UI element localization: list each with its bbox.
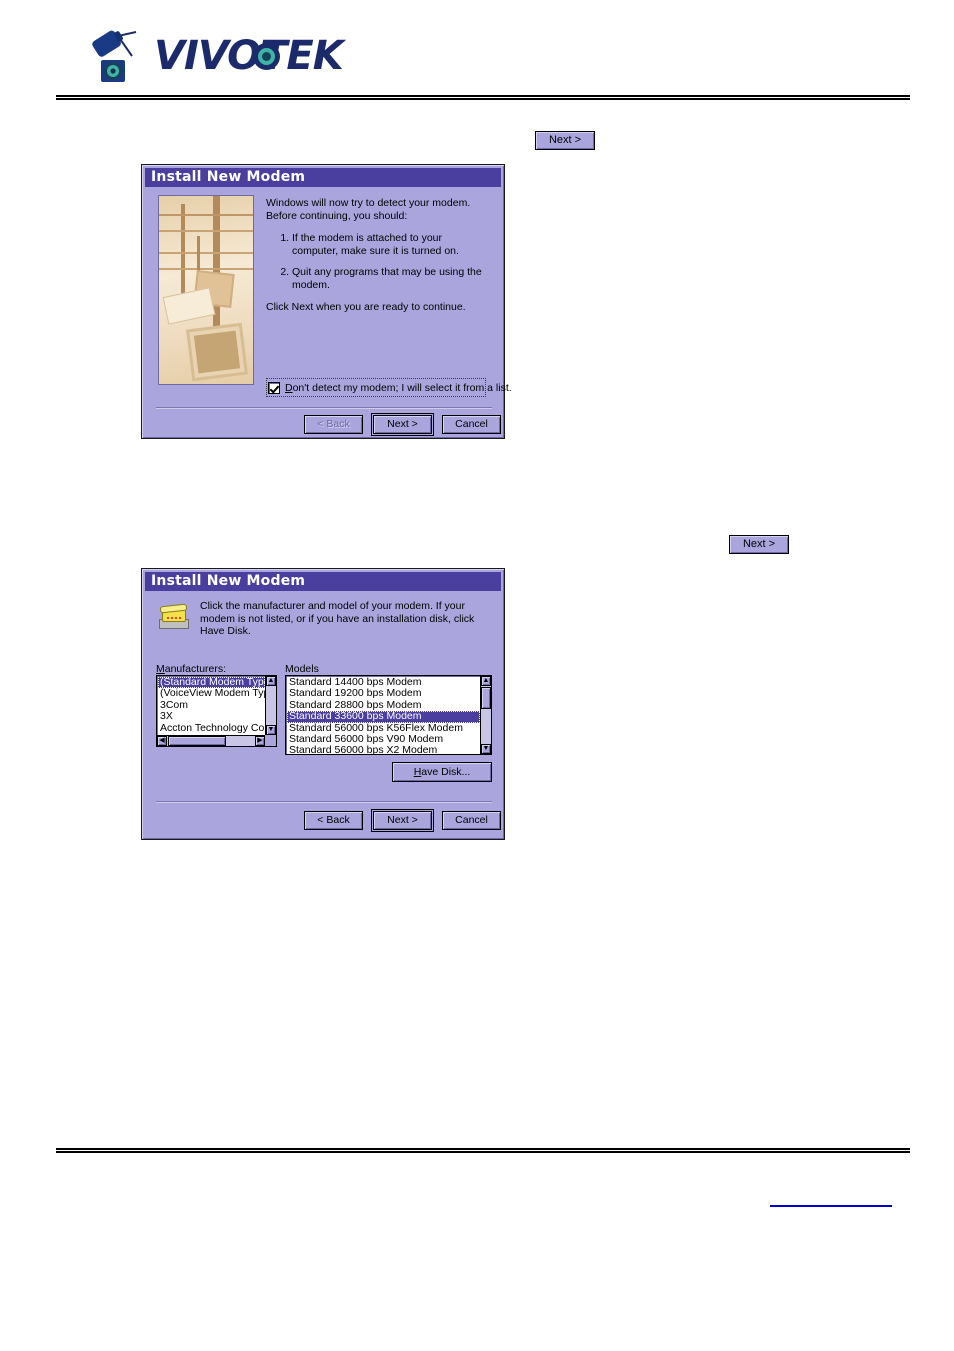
- list-item[interactable]: Standard 56000 bps V90 Modem: [287, 734, 480, 745]
- dont-detect-modem-label: Don't detect my modem; I will select it …: [285, 382, 512, 394]
- list-item[interactable]: Standard 28800 bps Modem: [287, 700, 480, 711]
- list-item[interactable]: (Standard Modem Types): [158, 677, 265, 689]
- have-disk-label-rest: ave Disk...: [421, 766, 471, 778]
- select-modem-instruction: Click the manufacturer and model of your…: [200, 600, 475, 637]
- list-item[interactable]: Standard 56000 bps X2 Modem: [287, 745, 480, 754]
- manufacturers-items: (Standard Modem Types) (VoiceView Modem …: [157, 676, 265, 745]
- checkbox-label-rest: on't detect my modem; I will select it f…: [292, 381, 512, 394]
- brand-lens-o-icon: [253, 43, 280, 70]
- dialog-separator: [156, 407, 492, 409]
- manufacturers-label-rest: anufacturers:: [164, 663, 227, 675]
- page-header: VIVOTEK: [0, 0, 954, 108]
- wizard-step: Quit any programs that may be using the …: [292, 266, 490, 292]
- list-item[interactable]: Standard 33600 bps Modem: [287, 711, 480, 723]
- have-disk-button[interactable]: Have Disk...: [392, 762, 492, 782]
- models-vertical-scrollbar[interactable]: ▲ ▼: [480, 676, 491, 754]
- scroll-down-arrow-icon[interactable]: ▼: [266, 725, 276, 735]
- install-new-modem-detect-dialog: Install New Modem Windows will now try t…: [141, 164, 512, 439]
- list-item[interactable]: Standard 19200 bps Modem: [287, 688, 480, 699]
- wizard-illustration: [158, 195, 254, 385]
- install-new-modem-select-dialog: Install New Modem Click the manufacturer…: [141, 568, 505, 840]
- dialog-separator: [156, 801, 492, 803]
- dialog-titlebar: Install New Modem: [145, 572, 501, 591]
- manufacturers-horizontal-scrollbar[interactable]: ◀ ▶: [157, 735, 276, 746]
- scroll-up-arrow-icon[interactable]: ▲: [266, 676, 276, 686]
- dialog-button-row: < Back Next > Cancel: [304, 809, 501, 832]
- scroll-up-arrow-icon[interactable]: ▲: [481, 676, 491, 686]
- list-item[interactable]: Standard 14400 bps Modem: [287, 677, 480, 688]
- scroll-thumb[interactable]: [481, 687, 491, 709]
- brand-wordmark: VIVOTEK: [154, 33, 344, 79]
- wizard-closing-text: Click Next when you are ready to continu…: [266, 301, 466, 313]
- next-button[interactable]: Next >: [371, 809, 434, 832]
- scroll-thumb[interactable]: [168, 736, 226, 746]
- inline-next-button-1[interactable]: Next >: [535, 131, 595, 150]
- header-rule: [56, 95, 910, 100]
- list-item[interactable]: Accton Technology Corpor.: [158, 723, 265, 734]
- manufacturers-listbox[interactable]: (Standard Modem Types) (VoiceView Modem …: [156, 675, 277, 747]
- manufacturers-label: Manufacturers:: [156, 663, 226, 675]
- wizard-step: If the modem is attached to your compute…: [292, 232, 490, 258]
- list-item[interactable]: 3X: [158, 711, 265, 722]
- scroll-down-arrow-icon[interactable]: ▼: [481, 744, 491, 754]
- dont-detect-modem-checkbox-row[interactable]: Don't detect my modem; I will select it …: [266, 378, 512, 397]
- back-button[interactable]: < Back: [304, 415, 363, 434]
- dialog-titlebar: Install New Modem: [145, 168, 501, 187]
- scroll-right-arrow-icon[interactable]: ▶: [255, 736, 265, 746]
- next-button[interactable]: Next >: [371, 413, 434, 436]
- cancel-button[interactable]: Cancel: [442, 811, 501, 830]
- footer-hyperlink[interactable]: [770, 1191, 892, 1207]
- cancel-button[interactable]: Cancel: [442, 415, 501, 434]
- modem-phone-icon: [157, 599, 191, 629]
- list-item[interactable]: (VoiceView Modem Types): [158, 688, 265, 699]
- list-item[interactable]: Standard 56000 bps K56Flex Modem: [287, 723, 480, 734]
- models-items: Standard 14400 bps Modem Standard 19200 …: [286, 676, 480, 754]
- scrollbar-corner: [265, 735, 276, 746]
- scroll-left-arrow-icon[interactable]: ◀: [157, 736, 167, 746]
- vivotek-logo: VIVOTEK: [88, 28, 388, 88]
- vivotek-camera-logo-icon: [92, 30, 137, 82]
- manufacturers-mnemonic: M: [156, 663, 165, 675]
- inline-next-button-2[interactable]: Next >: [729, 535, 789, 554]
- list-item[interactable]: 3Com: [158, 700, 265, 711]
- models-label: Models: [285, 663, 319, 675]
- phone-keypad-icon: [166, 616, 182, 620]
- dialog-button-row: < Back Next > Cancel: [304, 413, 501, 436]
- footer-rule: [56, 1148, 910, 1153]
- wizard-steps-list: If the modem is attached to your compute…: [266, 232, 490, 292]
- checkbox-mnemonic: D: [285, 381, 293, 394]
- wizard-intro-text: Windows will now try to detect your mode…: [266, 197, 471, 222]
- models-listbox[interactable]: Standard 14400 bps Modem Standard 19200 …: [285, 675, 492, 755]
- back-button[interactable]: < Back: [304, 811, 363, 830]
- checkbox-icon[interactable]: [268, 381, 280, 394]
- wizard-instructions: Windows will now try to detect your mode…: [266, 197, 490, 314]
- manufacturers-vertical-scrollbar[interactable]: ▲ ▼: [265, 676, 276, 735]
